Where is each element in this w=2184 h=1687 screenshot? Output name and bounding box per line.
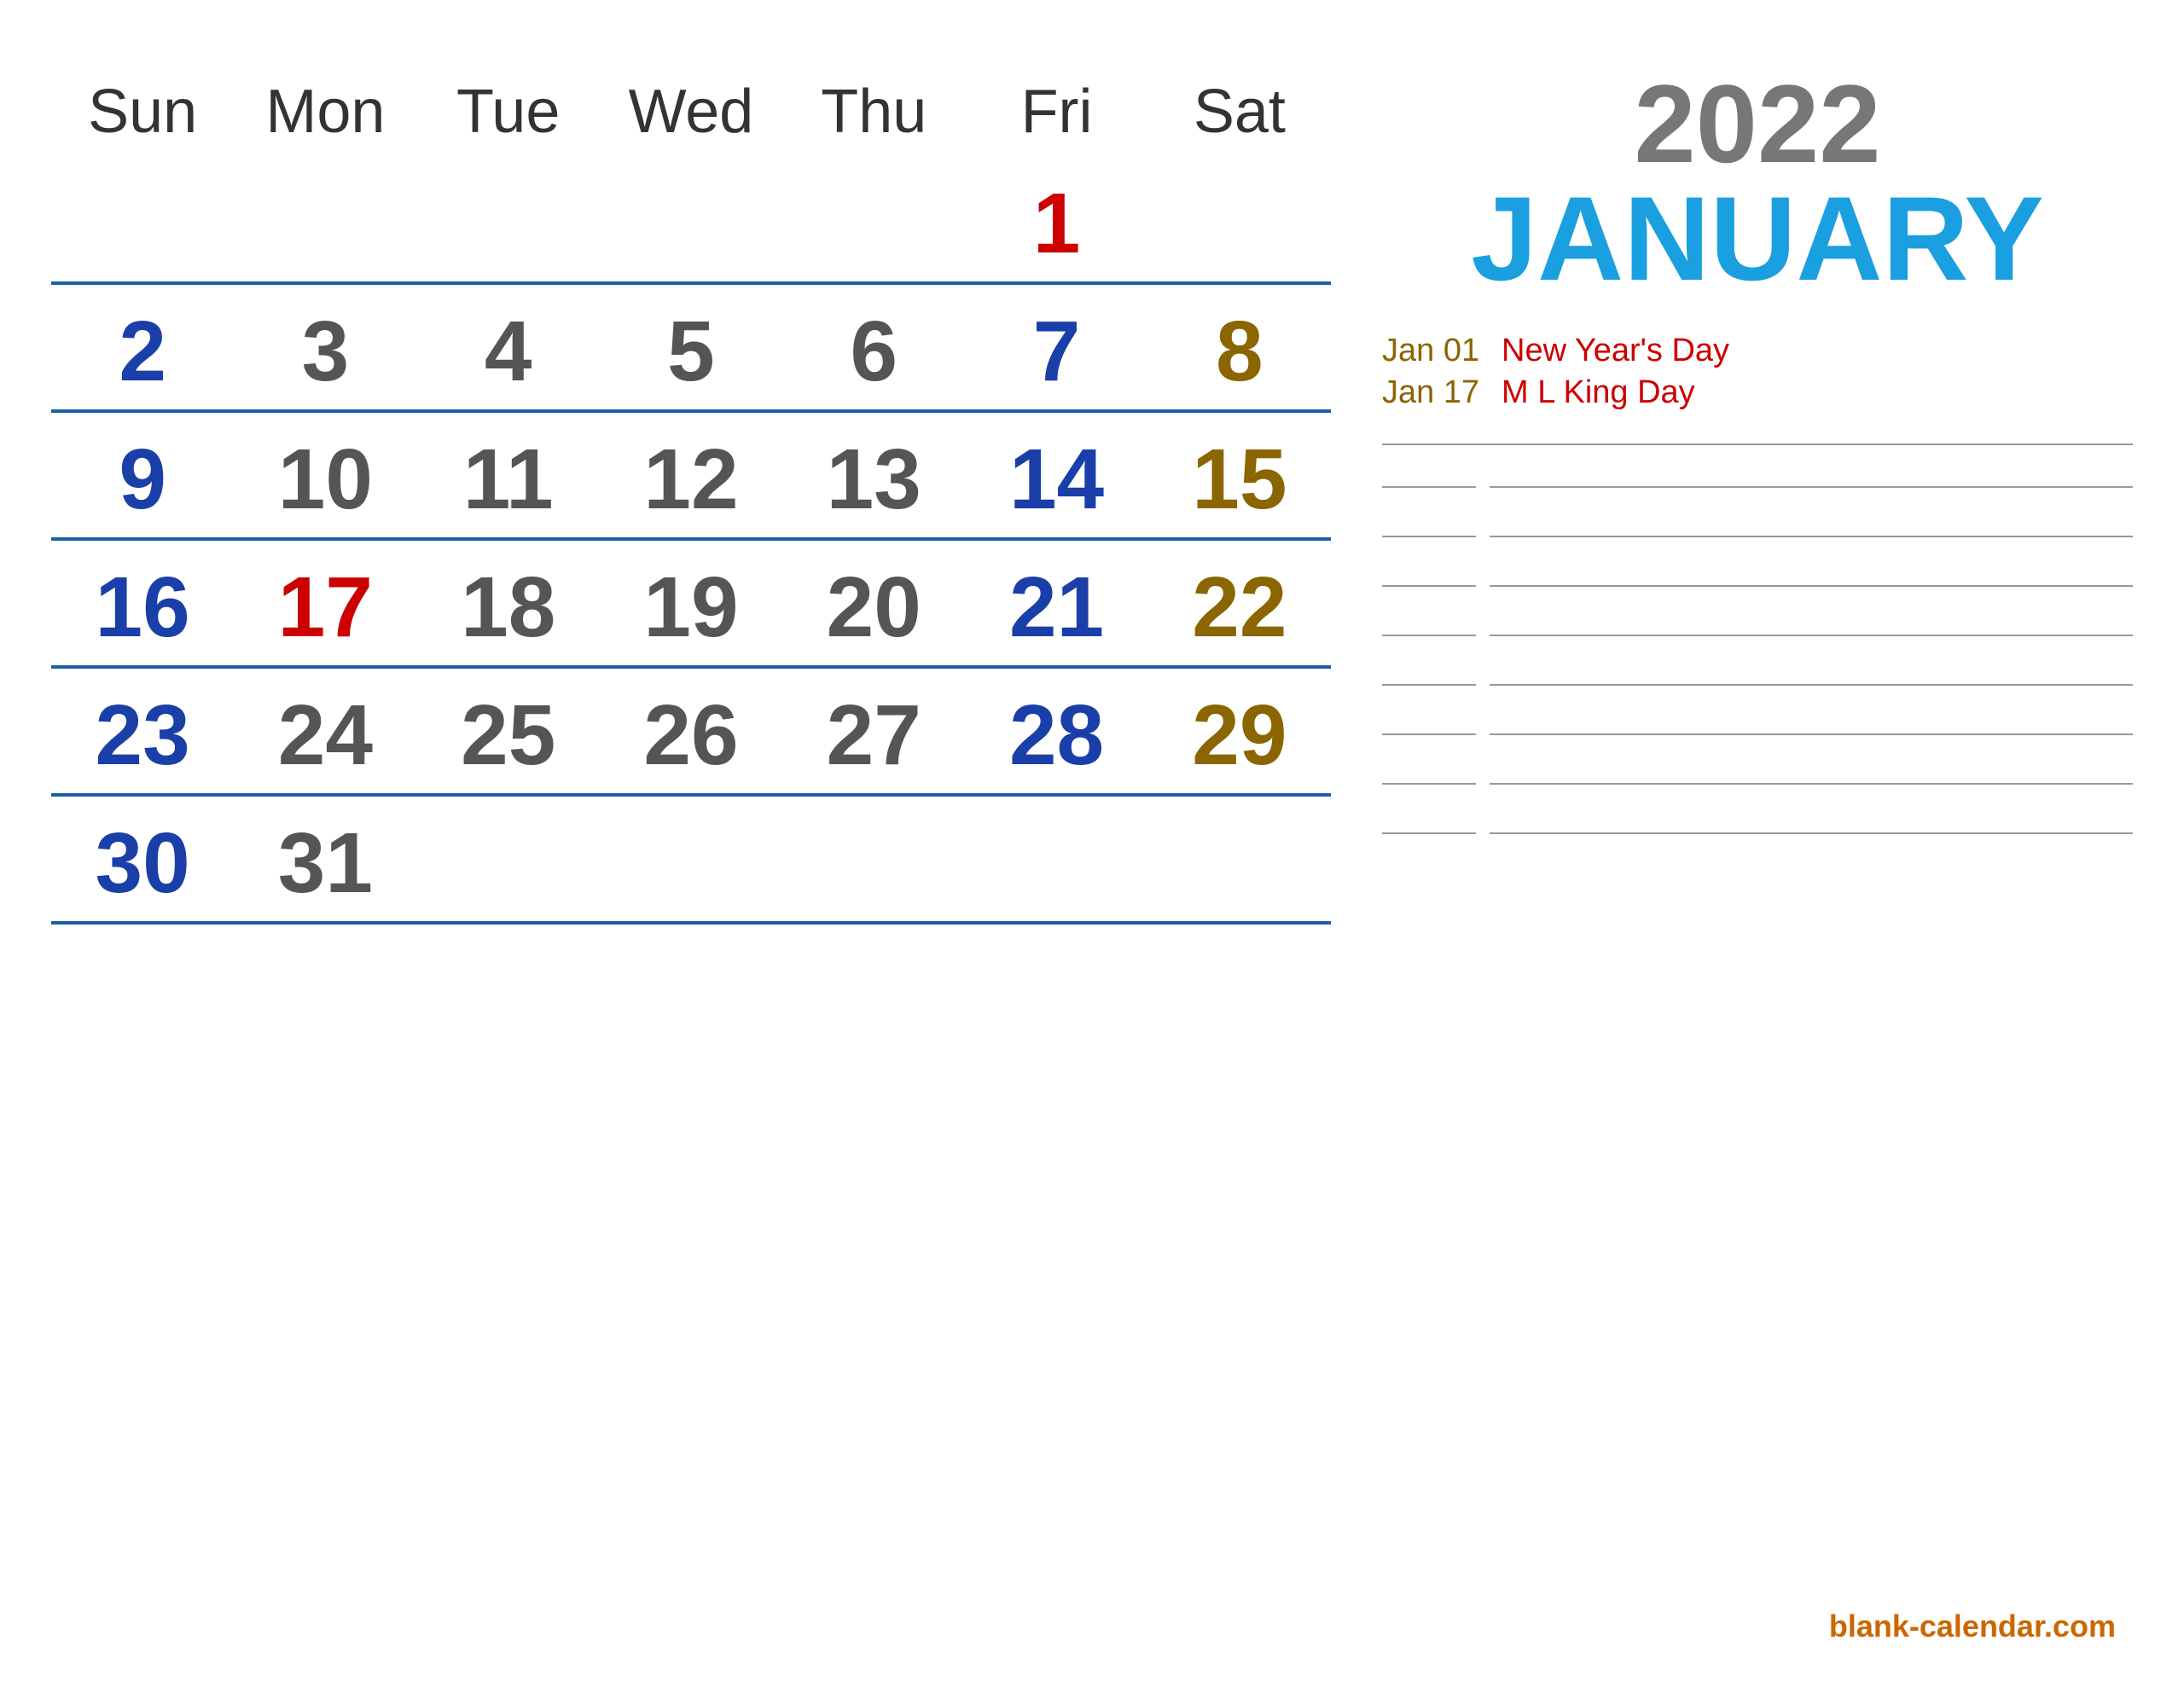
notes-date-line-4 [1382,660,1476,686]
day-cell-empty [600,164,782,275]
day-cell-11: 11 [417,420,600,530]
notes-text-line-3 [1490,611,2133,636]
notes-text-line-6 [1490,759,2133,785]
day-cell-21: 21 [965,548,1147,658]
month-display: JANUARY [1382,179,2133,299]
holidays-section: Jan 01 New Year's Day Jan 17 M L King Day [1382,333,2133,416]
day-cell-2: 2 [51,292,234,403]
calendar-section: SunMonTueWedThuFriSat 123456789101112131… [51,68,1331,1636]
day-cell-empty [782,803,965,914]
calendar-week-5: 23242526272829 [51,675,1331,797]
day-cell-15: 15 [1148,420,1331,530]
notes-date-line-6 [1382,759,1476,785]
day-cell-4: 4 [417,292,600,403]
day-cell-23: 23 [51,675,234,786]
notes-text-line-5 [1490,710,2133,735]
notes-text-line-1 [1490,512,2133,537]
day-header-fri: Fri [965,68,1147,155]
notes-row-1 [1382,512,2133,537]
notes-date-line-7 [1382,809,1476,834]
calendar-week-2: 2345678 [51,292,1331,413]
year-display: 2022 [1382,68,2133,179]
notes-text-line-7 [1490,809,2133,834]
day-cell-6: 6 [782,292,965,403]
day-cell-30: 30 [51,803,234,914]
day-cell-28: 28 [965,675,1147,786]
notes-text-line-2 [1490,561,2133,587]
calendar-week-6: 3031 [51,803,1331,925]
day-cell-20: 20 [782,548,965,658]
day-cell-empty [1148,803,1331,914]
day-cell-empty [600,803,782,914]
day-cell-18: 18 [417,548,600,658]
day-header-sat: Sat [1148,68,1331,155]
day-cell-3: 3 [234,292,416,403]
day-cell-25: 25 [417,675,600,786]
notes-row-2 [1382,561,2133,587]
footer-credit: blank-calendar.com [1829,1609,2116,1644]
notes-date-line-0 [1382,462,1476,488]
day-cell-31: 31 [234,803,416,914]
day-cell-24: 24 [234,675,416,786]
notes-row-6 [1382,759,2133,785]
day-cell-empty [417,164,600,275]
calendar-page: SunMonTueWedThuFriSat 123456789101112131… [0,0,2184,1687]
notes-text-line-0 [1490,462,2133,488]
day-cell-12: 12 [600,420,782,530]
day-cell-14: 14 [965,420,1147,530]
day-cell-7: 7 [965,292,1147,403]
day-cell-17: 17 [234,548,416,658]
day-cell-19: 19 [600,548,782,658]
holiday-date-1: Jan 17 [1382,374,1484,411]
notes-row-5 [1382,710,2133,735]
notes-lines [1382,433,2133,1636]
calendar-week-4: 16171819202122 [51,548,1331,669]
calendar-week-3: 9101112131415 [51,420,1331,541]
day-header-thu: Thu [782,68,965,155]
notes-text-line-4 [1490,660,2133,686]
notes-date-line-1 [1382,512,1476,537]
notes-divider [1382,443,2133,445]
day-cell-27: 27 [782,675,965,786]
day-cell-empty [782,164,965,275]
notes-date-line-5 [1382,710,1476,735]
holiday-name-0: New Year's Day [1502,333,1729,369]
day-header-tue: Tue [417,68,600,155]
day-cell-29: 29 [1148,675,1331,786]
day-cell-empty [51,164,234,275]
notes-row-7 [1382,809,2133,834]
calendar-week-1: 1 [51,164,1331,285]
day-cell-16: 16 [51,548,234,658]
day-cell-5: 5 [600,292,782,403]
day-cell-9: 9 [51,420,234,530]
holiday-item-1: Jan 17 M L King Day [1382,374,2133,411]
day-cell-empty [417,803,600,914]
notes-row-0 [1382,462,2133,488]
day-cell-8: 8 [1148,292,1331,403]
day-cell-empty [234,164,416,275]
day-cell-10: 10 [234,420,416,530]
notes-row-4 [1382,660,2133,686]
day-cell-empty [965,803,1147,914]
calendar-grid: 1234567891011121314151617181920212223242… [51,164,1331,1636]
day-cell-26: 26 [600,675,782,786]
notes-row-3 [1382,611,2133,636]
holiday-item-0: Jan 01 New Year's Day [1382,333,2133,369]
day-headers-row: SunMonTueWedThuFriSat [51,68,1331,155]
notes-date-line-3 [1382,611,1476,636]
info-section: 2022 JANUARY Jan 01 New Year's Day Jan 17 M… [1331,68,2133,1636]
notes-date-line-2 [1382,561,1476,587]
holiday-date-0: Jan 01 [1382,333,1484,369]
day-cell-1: 1 [965,164,1147,275]
day-header-wed: Wed [600,68,782,155]
day-cell-13: 13 [782,420,965,530]
day-cell-empty [1148,164,1331,275]
day-header-sun: Sun [51,68,234,155]
day-cell-22: 22 [1148,548,1331,658]
holiday-name-1: M L King Day [1502,374,1695,411]
day-header-mon: Mon [234,68,416,155]
